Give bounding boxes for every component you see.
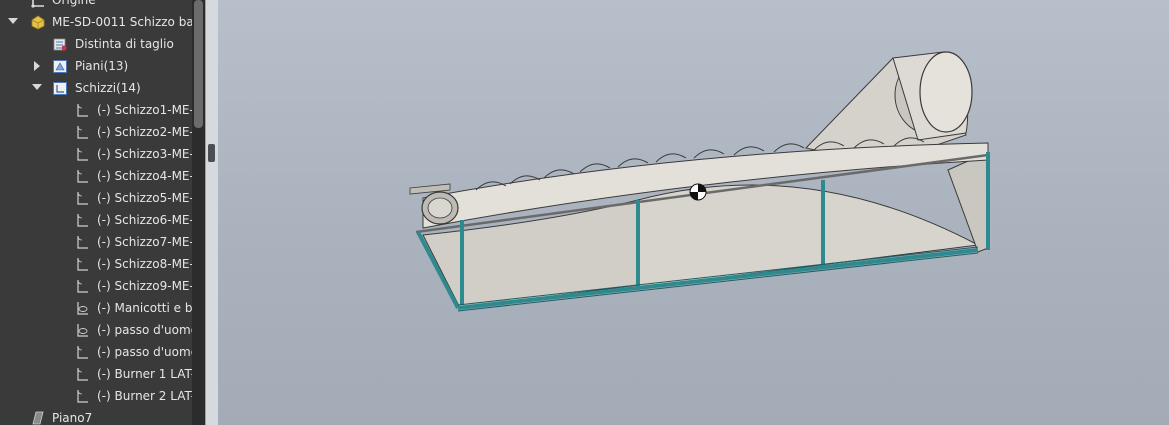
sketch-icon [77, 147, 88, 161]
sketch-icon [77, 191, 88, 205]
chevron-down-icon[interactable] [8, 18, 18, 24]
sketch-icon [77, 169, 88, 183]
trough-side-sheet [637, 184, 980, 289]
sketch-item[interactable]: (-) Schizzo2-ME-S [0, 121, 192, 143]
sketch-item[interactable]: (-) Burner 2 LAT-M [0, 385, 192, 407]
sketch-item[interactable]: (-) Schizzo7-ME-S [0, 231, 192, 253]
tree-item-label: Piani(13) [75, 59, 129, 73]
chevron-down-icon[interactable] [32, 84, 42, 90]
sketch-icon [77, 389, 88, 403]
sketch-item[interactable]: (-) Schizzo6-ME-S [0, 209, 192, 231]
sketch-item-label: (-) Schizzo5-ME-S [97, 191, 192, 205]
sketch-item[interactable]: (-) passo d'uomo [0, 319, 192, 341]
sketch-icon [77, 279, 88, 293]
sketch-item[interactable]: (-) Burner 1 LAT-M [0, 363, 192, 385]
panel-splitter[interactable] [205, 0, 218, 425]
sketch-item[interactable]: (-) Schizzo5-ME-S [0, 187, 192, 209]
tree-item-label: Distinta di taglio [75, 37, 174, 51]
sketch-item-label: (-) Schizzo9-ME-S [97, 279, 192, 293]
tree-item-sketches-folder[interactable]: Schizzi(14) [0, 77, 190, 99]
sketch-item-label: (-) passo d'uomo [97, 323, 192, 337]
sketch-item-label: (-) Schizzo7-ME-S [97, 235, 192, 249]
tree-item-planes-folder[interactable]: Piani(13) [0, 55, 190, 77]
tree-item-label: ME-SD-0011 Schizzo base [52, 15, 192, 29]
sketch-icon [77, 103, 88, 117]
sketch-icon [77, 257, 88, 271]
folder-icon [53, 60, 67, 73]
hopper-opening [919, 51, 973, 133]
tree-item-label: Schizzi(14) [75, 81, 141, 95]
sketch-item-label: (-) Schizzo1-ME-S [97, 103, 192, 117]
sketch-item-label: (-) Burner 1 LAT-M [97, 367, 192, 381]
sketch-item[interactable]: (-) Manicotti e bu [0, 297, 192, 319]
folder-icon [53, 82, 67, 95]
graphics-area[interactable] [218, 0, 1169, 425]
plane-icon [32, 411, 44, 425]
sketch-item-label: (-) Burner 2 LAT-M [97, 389, 192, 403]
sketch-icon [77, 345, 88, 359]
3d-sketch-icon [77, 324, 88, 337]
sketch-icon [77, 367, 88, 381]
sketch-item-label: (-) Schizzo3-ME-S [97, 147, 192, 161]
tube-end-inner [427, 197, 453, 219]
part-icon [31, 15, 45, 30]
tree-item-label: Origine [52, 0, 96, 7]
3d-sketch-icon [77, 302, 88, 315]
sketch-item-label: (-) Manicotti e bu [97, 301, 192, 315]
sketch-item[interactable]: (-) Schizzo9-ME-S [0, 275, 192, 297]
tree-item-plane7[interactable]: Piano7 [0, 407, 190, 425]
sketch-item-label: (-) passo d'uomo [97, 345, 192, 359]
sketch-item[interactable]: (-) Schizzo8-ME-S [0, 253, 192, 275]
sketch-icon [77, 213, 88, 227]
tree-scrollbar[interactable] [192, 0, 205, 425]
sketch-icon [77, 125, 88, 139]
sketch-item[interactable]: (-) passo d'uomo [0, 341, 192, 363]
cut-list-icon [53, 38, 67, 51]
splitter-grip-icon[interactable] [208, 144, 215, 162]
center-of-mass-icon [689, 183, 707, 201]
sketch-icon [77, 235, 88, 249]
sketch-item-label: (-) Schizzo4-ME-S [97, 169, 192, 183]
sketch-item-label: (-) Schizzo2-ME-S [97, 125, 192, 139]
sketch-item[interactable]: (-) Schizzo1-ME-S [0, 99, 192, 121]
scrollbar-thumb[interactable] [194, 0, 203, 128]
tree-item-part[interactable]: ME-SD-0011 Schizzo base [0, 11, 192, 33]
3d-model[interactable] [218, 0, 1169, 425]
sketch-item[interactable]: (-) Schizzo3-ME-S [0, 143, 192, 165]
chevron-right-icon[interactable] [34, 61, 40, 71]
origin-icon [31, 0, 44, 8]
tree-item-origin[interactable]: Origine [0, 0, 190, 11]
sketch-item-label: (-) Schizzo6-ME-S [97, 213, 192, 227]
feature-manager-tree: Origine ME-SD-0011 Schizzo base Distinta… [0, 0, 192, 425]
tree-item-label: Piano7 [52, 411, 93, 425]
sketch-item-label: (-) Schizzo8-ME-S [97, 257, 192, 271]
tree-item-cut-list[interactable]: Distinta di taglio [0, 33, 190, 55]
sketch-item[interactable]: (-) Schizzo4-ME-S [0, 165, 192, 187]
